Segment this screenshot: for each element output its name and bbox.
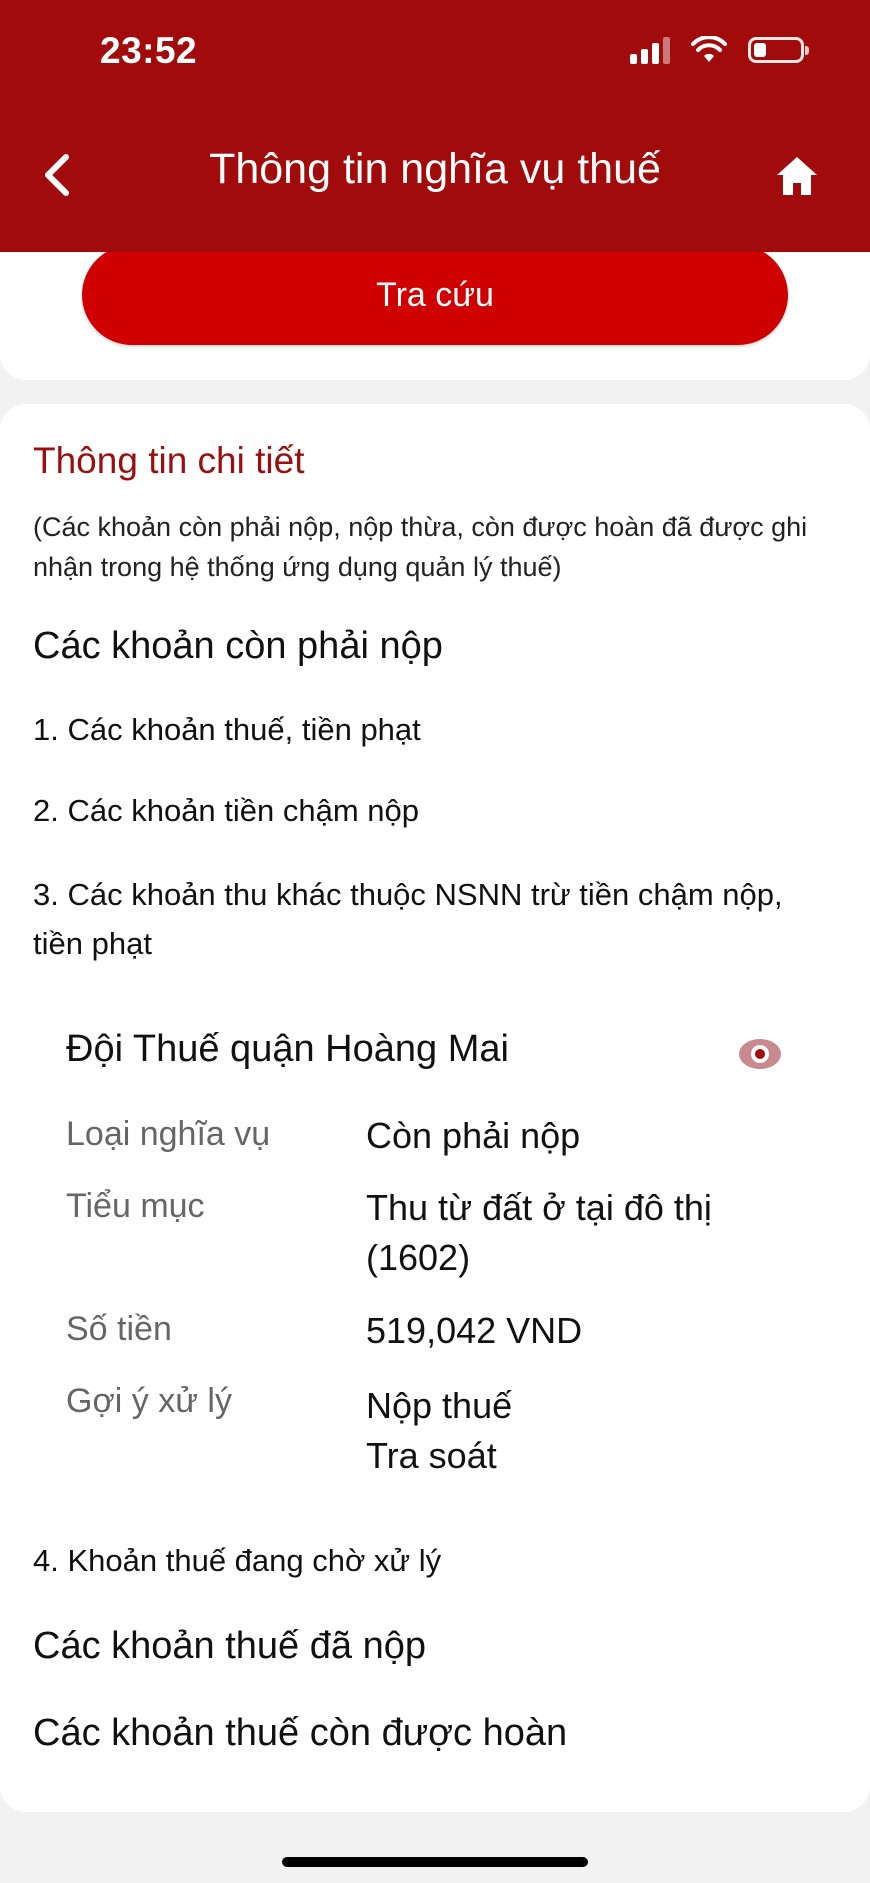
home-indicator[interactable]: [282, 1857, 588, 1867]
search-button[interactable]: Tra cứu: [82, 245, 788, 345]
detail-card: [0, 404, 870, 1812]
home-icon[interactable]: [774, 153, 820, 199]
detail-note: (Các khoản còn phải nộp, nộp thừa, còn đ…: [33, 512, 808, 582]
sub-item-value: Thu từ đất ở tại đô thị (1602): [366, 1187, 712, 1278]
detail-title: Thông tin chi tiết: [33, 440, 305, 481]
review-link[interactable]: Tra soát: [366, 1431, 816, 1481]
paid-heading[interactable]: Các khoản thuế đã nộp: [33, 1625, 426, 1668]
list-item-other-revenue[interactable]: 3. Các khoản thu khác thuộc NSNN trừ tiề…: [33, 870, 833, 968]
status-time: 23:52: [100, 30, 198, 71]
amount-label: Số tiền: [66, 1310, 172, 1348]
suggestion-actions: Nộp thuế Tra soát: [366, 1381, 816, 1481]
list-item-pending[interactable]: 4. Khoản thuế đang chờ xử lý: [33, 1543, 441, 1579]
obligation-type-value: Còn phải nộp: [366, 1115, 581, 1156]
cellular-signal-icon: [630, 36, 670, 64]
outstanding-heading[interactable]: Các khoản còn phải nộp: [33, 625, 443, 668]
list-item-late-payment[interactable]: 2. Các khoản tiền chậm nộp: [33, 793, 419, 829]
pay-tax-link[interactable]: Nộp thuế: [366, 1381, 816, 1431]
status-icons: [630, 36, 809, 64]
tax-office-name: Đội Thuế quận Hoàng Mai: [66, 1028, 509, 1070]
obligation-type-label: Loại nghĩa vụ: [66, 1115, 271, 1153]
refund-heading[interactable]: Các khoản thuế còn được hoàn: [33, 1712, 567, 1755]
eye-icon[interactable]: [738, 1036, 782, 1072]
app-header: 23:52 Thông tin nghĩa vụ thuế: [0, 0, 870, 252]
wifi-icon: [691, 36, 727, 62]
suggestion-label: Gợi ý xử lý: [66, 1382, 232, 1420]
page-title: Thông tin nghĩa vụ thuế: [209, 145, 661, 193]
sub-item-label: Tiểu mục: [66, 1187, 205, 1225]
list-item-taxes-penalties[interactable]: 1. Các khoản thuế, tiền phạt: [33, 712, 421, 748]
amount-value: 519,042 VND: [366, 1310, 583, 1351]
battery-icon: [748, 37, 809, 63]
